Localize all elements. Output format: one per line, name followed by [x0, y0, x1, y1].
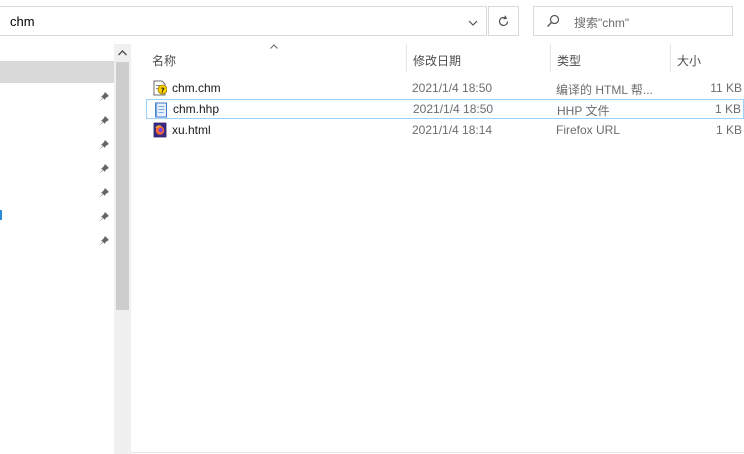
chm-help-file-icon: ?: [153, 80, 167, 96]
file-row[interactable]: chm.hhp 2021/1/4 18:50 HHP 文件 1 KB: [146, 99, 744, 119]
file-name[interactable]: chm.chm: [172, 81, 221, 95]
pin-icon[interactable]: [98, 163, 110, 175]
hhp-file-icon: [155, 102, 167, 118]
column-divider[interactable]: [670, 44, 671, 72]
top-bar: chm 搜索"chm": [0, 0, 744, 44]
column-header-date[interactable]: 修改日期: [413, 52, 461, 69]
file-date: 2021/1/4 18:14: [412, 123, 493, 137]
navigation-pane: [0, 44, 131, 454]
column-header-type[interactable]: 类型: [557, 52, 581, 69]
file-size: 11 KB: [710, 81, 742, 95]
scroll-up-button[interactable]: [114, 44, 131, 61]
chevron-up-icon: [118, 49, 127, 55]
address-bar[interactable]: chm: [0, 6, 487, 36]
status-divider: [131, 452, 744, 453]
column-divider[interactable]: [550, 44, 551, 72]
file-row[interactable]: xu.html 2021/1/4 18:14 Firefox URL 1 KB: [146, 120, 744, 140]
column-header-name[interactable]: 名称: [152, 52, 176, 69]
file-size: 1 KB: [715, 123, 742, 137]
refresh-button[interactable]: [488, 6, 519, 36]
file-type: HHP 文件: [557, 104, 610, 118]
address-path[interactable]: chm: [10, 14, 35, 29]
scroll-thumb[interactable]: [116, 62, 129, 310]
pin-icon[interactable]: [98, 187, 110, 199]
file-date: 2021/1/4 18:50: [413, 102, 494, 116]
search-icon: [547, 14, 560, 27]
pin-icon[interactable]: [98, 115, 110, 127]
file-date: 2021/1/4 18:50: [412, 81, 493, 95]
file-size: 1 KB: [714, 102, 741, 116]
pin-icon[interactable]: [98, 211, 110, 223]
pin-icon[interactable]: [98, 139, 110, 151]
chevron-down-icon[interactable]: [462, 14, 484, 32]
column-divider[interactable]: [406, 44, 407, 72]
sort-ascending-icon: [270, 41, 278, 52]
firefox-html-file-icon: [153, 122, 167, 138]
file-name[interactable]: chm.hhp: [173, 102, 219, 116]
search-input[interactable]: 搜索"chm": [574, 14, 629, 31]
refresh-icon: [498, 15, 509, 26]
file-name[interactable]: xu.html: [172, 123, 211, 137]
pin-icon[interactable]: [98, 91, 110, 103]
svg-text:?: ?: [161, 87, 165, 95]
file-type: 编译的 HTML 帮...: [556, 83, 653, 97]
nav-item-indicator: [0, 210, 2, 220]
pin-icon[interactable]: [98, 235, 110, 247]
column-header-size[interactable]: 大小: [677, 52, 701, 69]
file-row[interactable]: ? chm.chm 2021/1/4 18:50 编译的 HTML 帮... 1…: [146, 78, 744, 98]
nav-item-selected[interactable]: [0, 61, 114, 83]
file-type: Firefox URL: [556, 123, 621, 137]
search-box[interactable]: 搜索"chm": [533, 6, 733, 36]
